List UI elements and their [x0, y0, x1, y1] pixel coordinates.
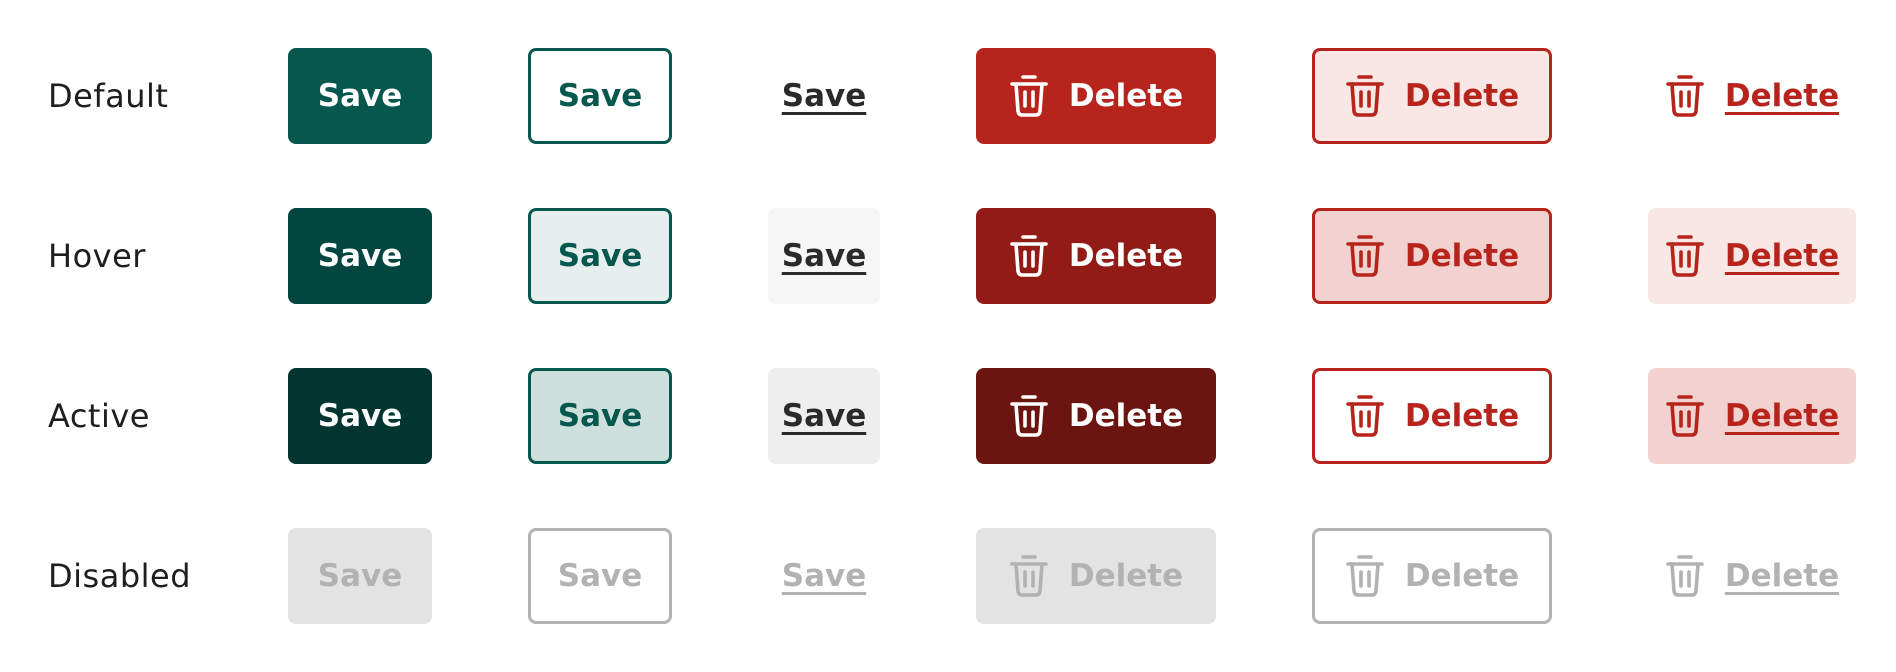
delete-button-primary-active[interactable]: Delete — [976, 368, 1216, 464]
trash-icon — [1345, 554, 1385, 598]
delete-label: Delete — [1724, 397, 1840, 434]
delete-button-primary-disabled: Delete — [976, 528, 1216, 624]
trash-icon — [1665, 234, 1705, 278]
save-button-secondary-default[interactable]: Save — [528, 48, 672, 144]
delete-button-secondary-disabled: Delete — [1312, 528, 1552, 624]
delete-label: Delete — [1404, 557, 1520, 594]
trash-icon — [1009, 234, 1049, 278]
save-button-primary-disabled: Save — [288, 528, 432, 624]
delete-button-secondary-active[interactable]: Delete — [1312, 368, 1552, 464]
delete-label: Delete — [1404, 237, 1520, 274]
save-button-primary-hover[interactable]: Save — [288, 208, 432, 304]
trash-icon — [1345, 234, 1385, 278]
delete-label: Delete — [1404, 397, 1520, 434]
save-button-tertiary-default[interactable]: Save — [768, 48, 880, 144]
state-label-disabled: Disabled — [48, 557, 192, 595]
save-label: Save — [317, 77, 403, 114]
delete-label: Delete — [1068, 237, 1184, 274]
trash-icon — [1009, 394, 1049, 438]
delete-button-tertiary-disabled: Delete — [1648, 528, 1856, 624]
delete-button-tertiary-default[interactable]: Delete — [1648, 48, 1856, 144]
save-label: Save — [317, 397, 403, 434]
trash-icon — [1009, 74, 1049, 118]
delete-label: Delete — [1068, 77, 1184, 114]
trash-icon — [1665, 394, 1705, 438]
state-label-active: Active — [48, 397, 150, 435]
delete-label: Delete — [1068, 397, 1184, 434]
save-button-primary-default[interactable]: Save — [288, 48, 432, 144]
delete-label: Delete — [1724, 557, 1840, 594]
delete-button-secondary-hover[interactable]: Delete — [1312, 208, 1552, 304]
save-label: Save — [557, 557, 643, 594]
state-label-default: Default — [48, 77, 169, 115]
save-button-secondary-disabled: Save — [528, 528, 672, 624]
save-button-primary-active[interactable]: Save — [288, 368, 432, 464]
save-button-secondary-hover[interactable]: Save — [528, 208, 672, 304]
save-button-secondary-active[interactable]: Save — [528, 368, 672, 464]
button-states-grid: Default Hover Active Disabled Save Save … — [0, 0, 1896, 672]
delete-button-primary-hover[interactable]: Delete — [976, 208, 1216, 304]
delete-button-tertiary-hover[interactable]: Delete — [1648, 208, 1856, 304]
trash-icon — [1009, 554, 1049, 598]
save-label: Save — [781, 77, 867, 114]
trash-icon — [1345, 74, 1385, 118]
state-label-hover: Hover — [48, 237, 146, 275]
save-button-tertiary-hover[interactable]: Save — [768, 208, 880, 304]
save-label: Save — [557, 397, 643, 434]
delete-label: Delete — [1724, 237, 1840, 274]
save-button-tertiary-disabled: Save — [768, 528, 880, 624]
save-label: Save — [557, 77, 643, 114]
delete-label: Delete — [1404, 77, 1520, 114]
trash-icon — [1665, 74, 1705, 118]
delete-button-secondary-default[interactable]: Delete — [1312, 48, 1552, 144]
delete-label: Delete — [1724, 77, 1840, 114]
save-label: Save — [317, 557, 403, 594]
trash-icon — [1345, 394, 1385, 438]
save-button-tertiary-active[interactable]: Save — [768, 368, 880, 464]
save-label: Save — [557, 237, 643, 274]
save-label: Save — [781, 557, 867, 594]
save-label: Save — [781, 397, 867, 434]
save-label: Save — [781, 237, 867, 274]
delete-button-primary-default[interactable]: Delete — [976, 48, 1216, 144]
delete-label: Delete — [1068, 557, 1184, 594]
trash-icon — [1665, 554, 1705, 598]
save-label: Save — [317, 237, 403, 274]
delete-button-tertiary-active[interactable]: Delete — [1648, 368, 1856, 464]
